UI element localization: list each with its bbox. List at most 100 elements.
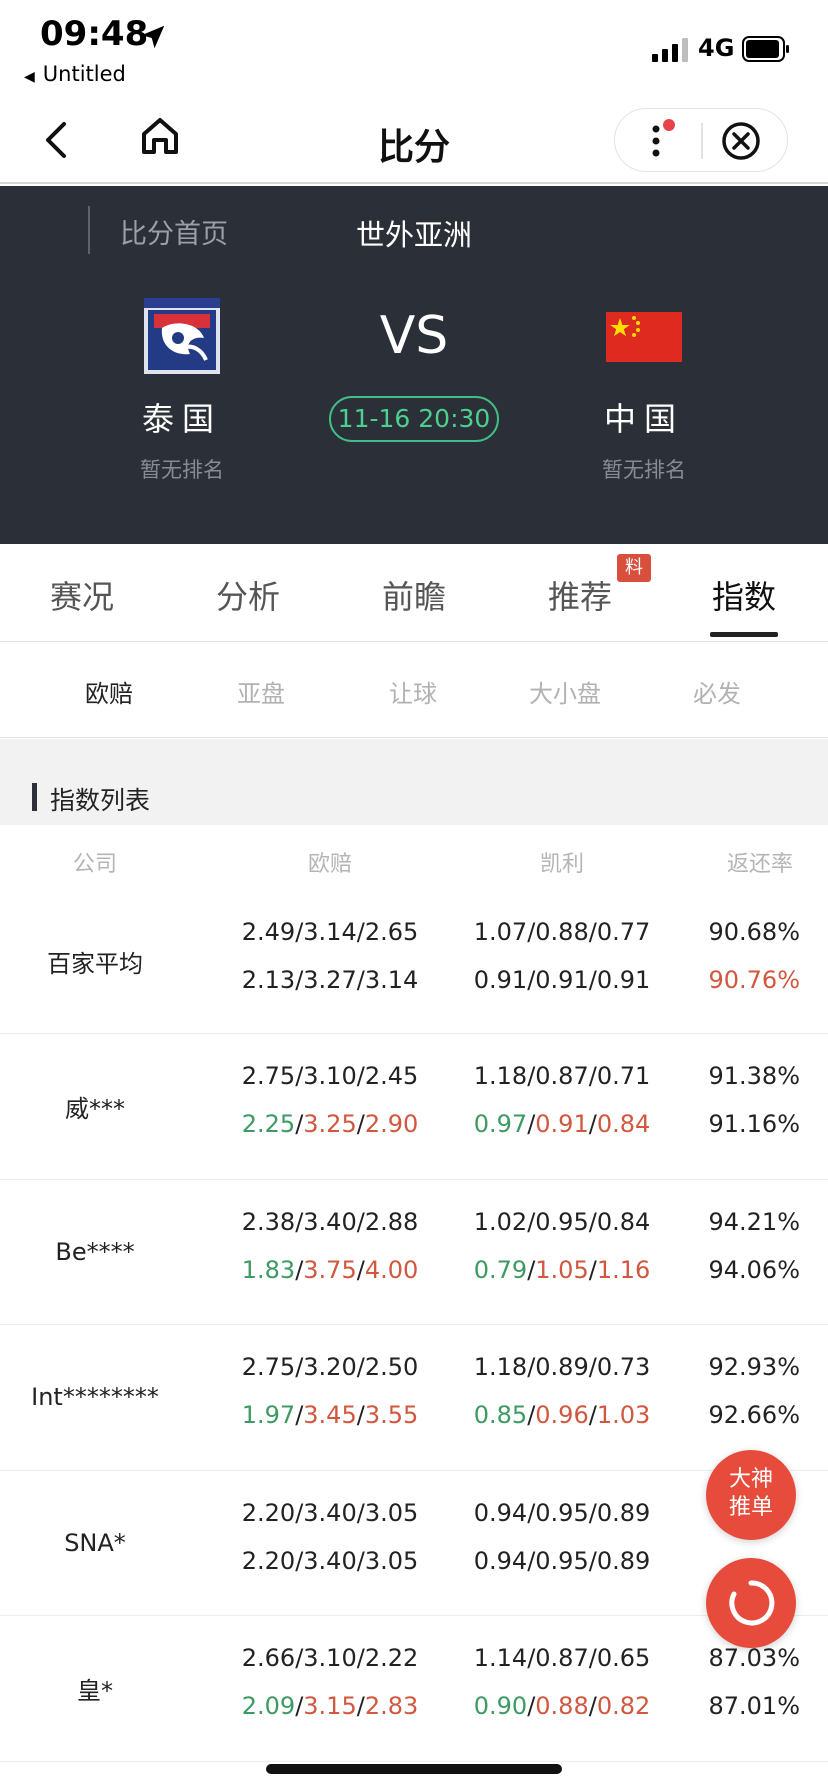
subtab-betfair[interactable]: 必发 [642,674,792,709]
odds-value: 0.82 [596,1692,651,1720]
kickoff-time: 11-16 20:30 [329,396,499,442]
table-row[interactable]: Int******** 2.75/3.20/2.50 1.97/3.45/3.55 1… [0,1325,828,1471]
tab-analysis[interactable]: 分析 [178,572,318,618]
table-row[interactable]: 百家平均 2.49/3.14/2.65 2.13/3.27/3.14 1.07/0.8… [0,890,828,1034]
league-name: 世外亚洲 [356,218,473,252]
tab-odds[interactable]: 指数 [674,572,814,618]
odds-value: 1.97 [241,1401,296,1429]
european-odds-open: 2.38/3.40/2.88 [200,1208,460,1236]
european-odds-current: 1.83/3.75/4.00 [200,1256,460,1284]
odds-value: 3.14 [364,966,419,994]
value-separator: / [588,1353,597,1381]
tab-preview[interactable]: 前瞻 [344,572,484,618]
back-app-label: Untitled [42,62,126,86]
odds-value: 0.95 [535,1207,589,1236]
nav-bar: 比分 [0,96,828,184]
odds-value: 0.65 [596,1644,651,1672]
subtab-over-under[interactable]: 大小盘 [490,674,640,709]
tab-live[interactable]: 赛况 [12,572,152,618]
value-separator: / [588,966,597,994]
odds-value: 0.97 [473,1110,528,1138]
odds-value: 2.45 [364,1062,419,1090]
subtab-asian[interactable]: 亚盘 [186,674,336,709]
value-separator: / [588,1498,597,1527]
kelly-current: 0.94/0.95/0.89 [432,1547,692,1575]
odds-value: 0.89 [596,1498,651,1527]
recommend-badge: 料 [617,554,651,582]
european-odds-open: 2.20/3.40/3.05 [200,1499,460,1527]
value-separator: / [588,1255,597,1284]
return-rate-open: 91.38% [708,1062,800,1090]
odds-value: 1.14 [473,1644,528,1672]
odds-value: 0.77 [596,918,651,946]
odds-value: 2.88 [364,1207,419,1236]
value-separator: / [588,1401,597,1429]
crumb-divider [88,206,90,254]
odds-value: 0.87 [535,1644,589,1672]
table-row[interactable]: 皇* 2.66/3.10/2.22 2.09/3.15/2.83 1.14/0.87/… [0,1616,828,1762]
location-arrow-icon [141,25,165,49]
odds-value: 1.07 [473,918,528,946]
odds-value: 0.91 [596,966,651,994]
close-circle-icon[interactable] [721,121,761,161]
kelly-open: 1.18/0.89/0.73 [432,1353,692,1381]
value-separator: / [356,1062,365,1090]
breadcrumb-home[interactable]: 比分首页 [120,212,228,251]
more-menu-icon[interactable] [643,119,677,163]
return-rate-open: 94.21% [708,1207,800,1236]
european-odds-open: 2.75/3.20/2.50 [200,1353,460,1381]
odds-value: 3.14 [303,918,357,946]
odds-value: 1.18 [473,1062,528,1090]
odds-value: 3.10 [303,1062,357,1090]
european-odds-open: 2.66/3.10/2.22 [200,1644,460,1672]
odds-value: 0.85 [473,1401,528,1429]
european-odds-current: 1.97/3.45/3.55 [200,1401,460,1429]
return-rate-current: 87.01% [708,1692,800,1720]
odds-value: 0.88 [535,918,589,946]
european-odds-current: 2.13/3.27/3.14 [200,966,460,994]
away-team[interactable]: 中国 暂无排名 [534,298,754,484]
col-company: 公司 [72,852,117,877]
kelly-current: 0.91/0.91/0.91 [432,966,692,994]
odds-value: 2.50 [364,1353,419,1381]
section-header: 指数列表 [0,739,828,825]
table-row[interactable]: SNA* 2.20/3.40/3.05 2.20/3.40/3.05 0.94/0.9… [0,1470,828,1616]
china-flag-icon [606,312,682,362]
odds-value: 3.27 [303,966,357,994]
expert-picks-line1: 大神 [728,1467,773,1492]
odds-value: 0.89 [596,1546,651,1575]
value-separator: / [356,1207,365,1236]
kelly-current: 0.79/1.05/1.16 [432,1256,692,1284]
odds-value: 3.40 [303,1498,357,1527]
odds-value: 3.25 [303,1110,357,1138]
kelly-open: 0.94/0.95/0.89 [432,1499,692,1527]
refresh-button[interactable] [706,1558,796,1648]
away-team-name: 中国 [603,400,684,438]
table-header: 公司 欧赔 凯利 返还率 [0,826,828,890]
odds-value: 3.40 [303,1546,357,1575]
odds-value: 2.83 [364,1692,419,1720]
odds-value: 3.55 [364,1401,419,1429]
subtab-european[interactable]: 欧赔 [34,674,184,709]
value-separator: / [356,1401,365,1429]
value-separator: / [356,1692,365,1720]
odds-value: 0.90 [473,1692,528,1720]
odds-value: 2.25 [241,1110,296,1138]
european-odds-open: 2.49/3.14/2.65 [200,918,460,946]
odds-value: 2.13 [241,966,296,994]
table-row[interactable]: 威*** 2.75/3.10/2.45 2.25/3.25/2.90 1.18/0.8… [0,1034,828,1180]
kelly-open: 1.02/0.95/0.84 [432,1208,692,1236]
table-row[interactable]: Be**** 2.38/3.40/2.88 1.83/3.75/4.00 1.02/0… [0,1179,828,1325]
odds-subtabs: 欧赔 亚盘 让球 大小盘 必发 [0,642,828,738]
expert-picks-button[interactable]: 大神 推单 [706,1450,796,1540]
value-separator: / [356,1255,365,1284]
kelly-open: 1.14/0.87/0.65 [432,1644,692,1672]
odds-value: 0.95 [535,1498,589,1527]
odds-value: 2.65 [364,918,419,946]
subtab-handicap[interactable]: 让球 [338,674,488,709]
odds-value: 1.03 [596,1401,651,1429]
back-to-app[interactable]: ◀ Untitled [24,62,126,86]
european-odds-current: 2.25/3.25/2.90 [200,1110,460,1138]
return-rate-open: 90.68% [708,918,800,946]
value-separator: / [356,1498,365,1527]
